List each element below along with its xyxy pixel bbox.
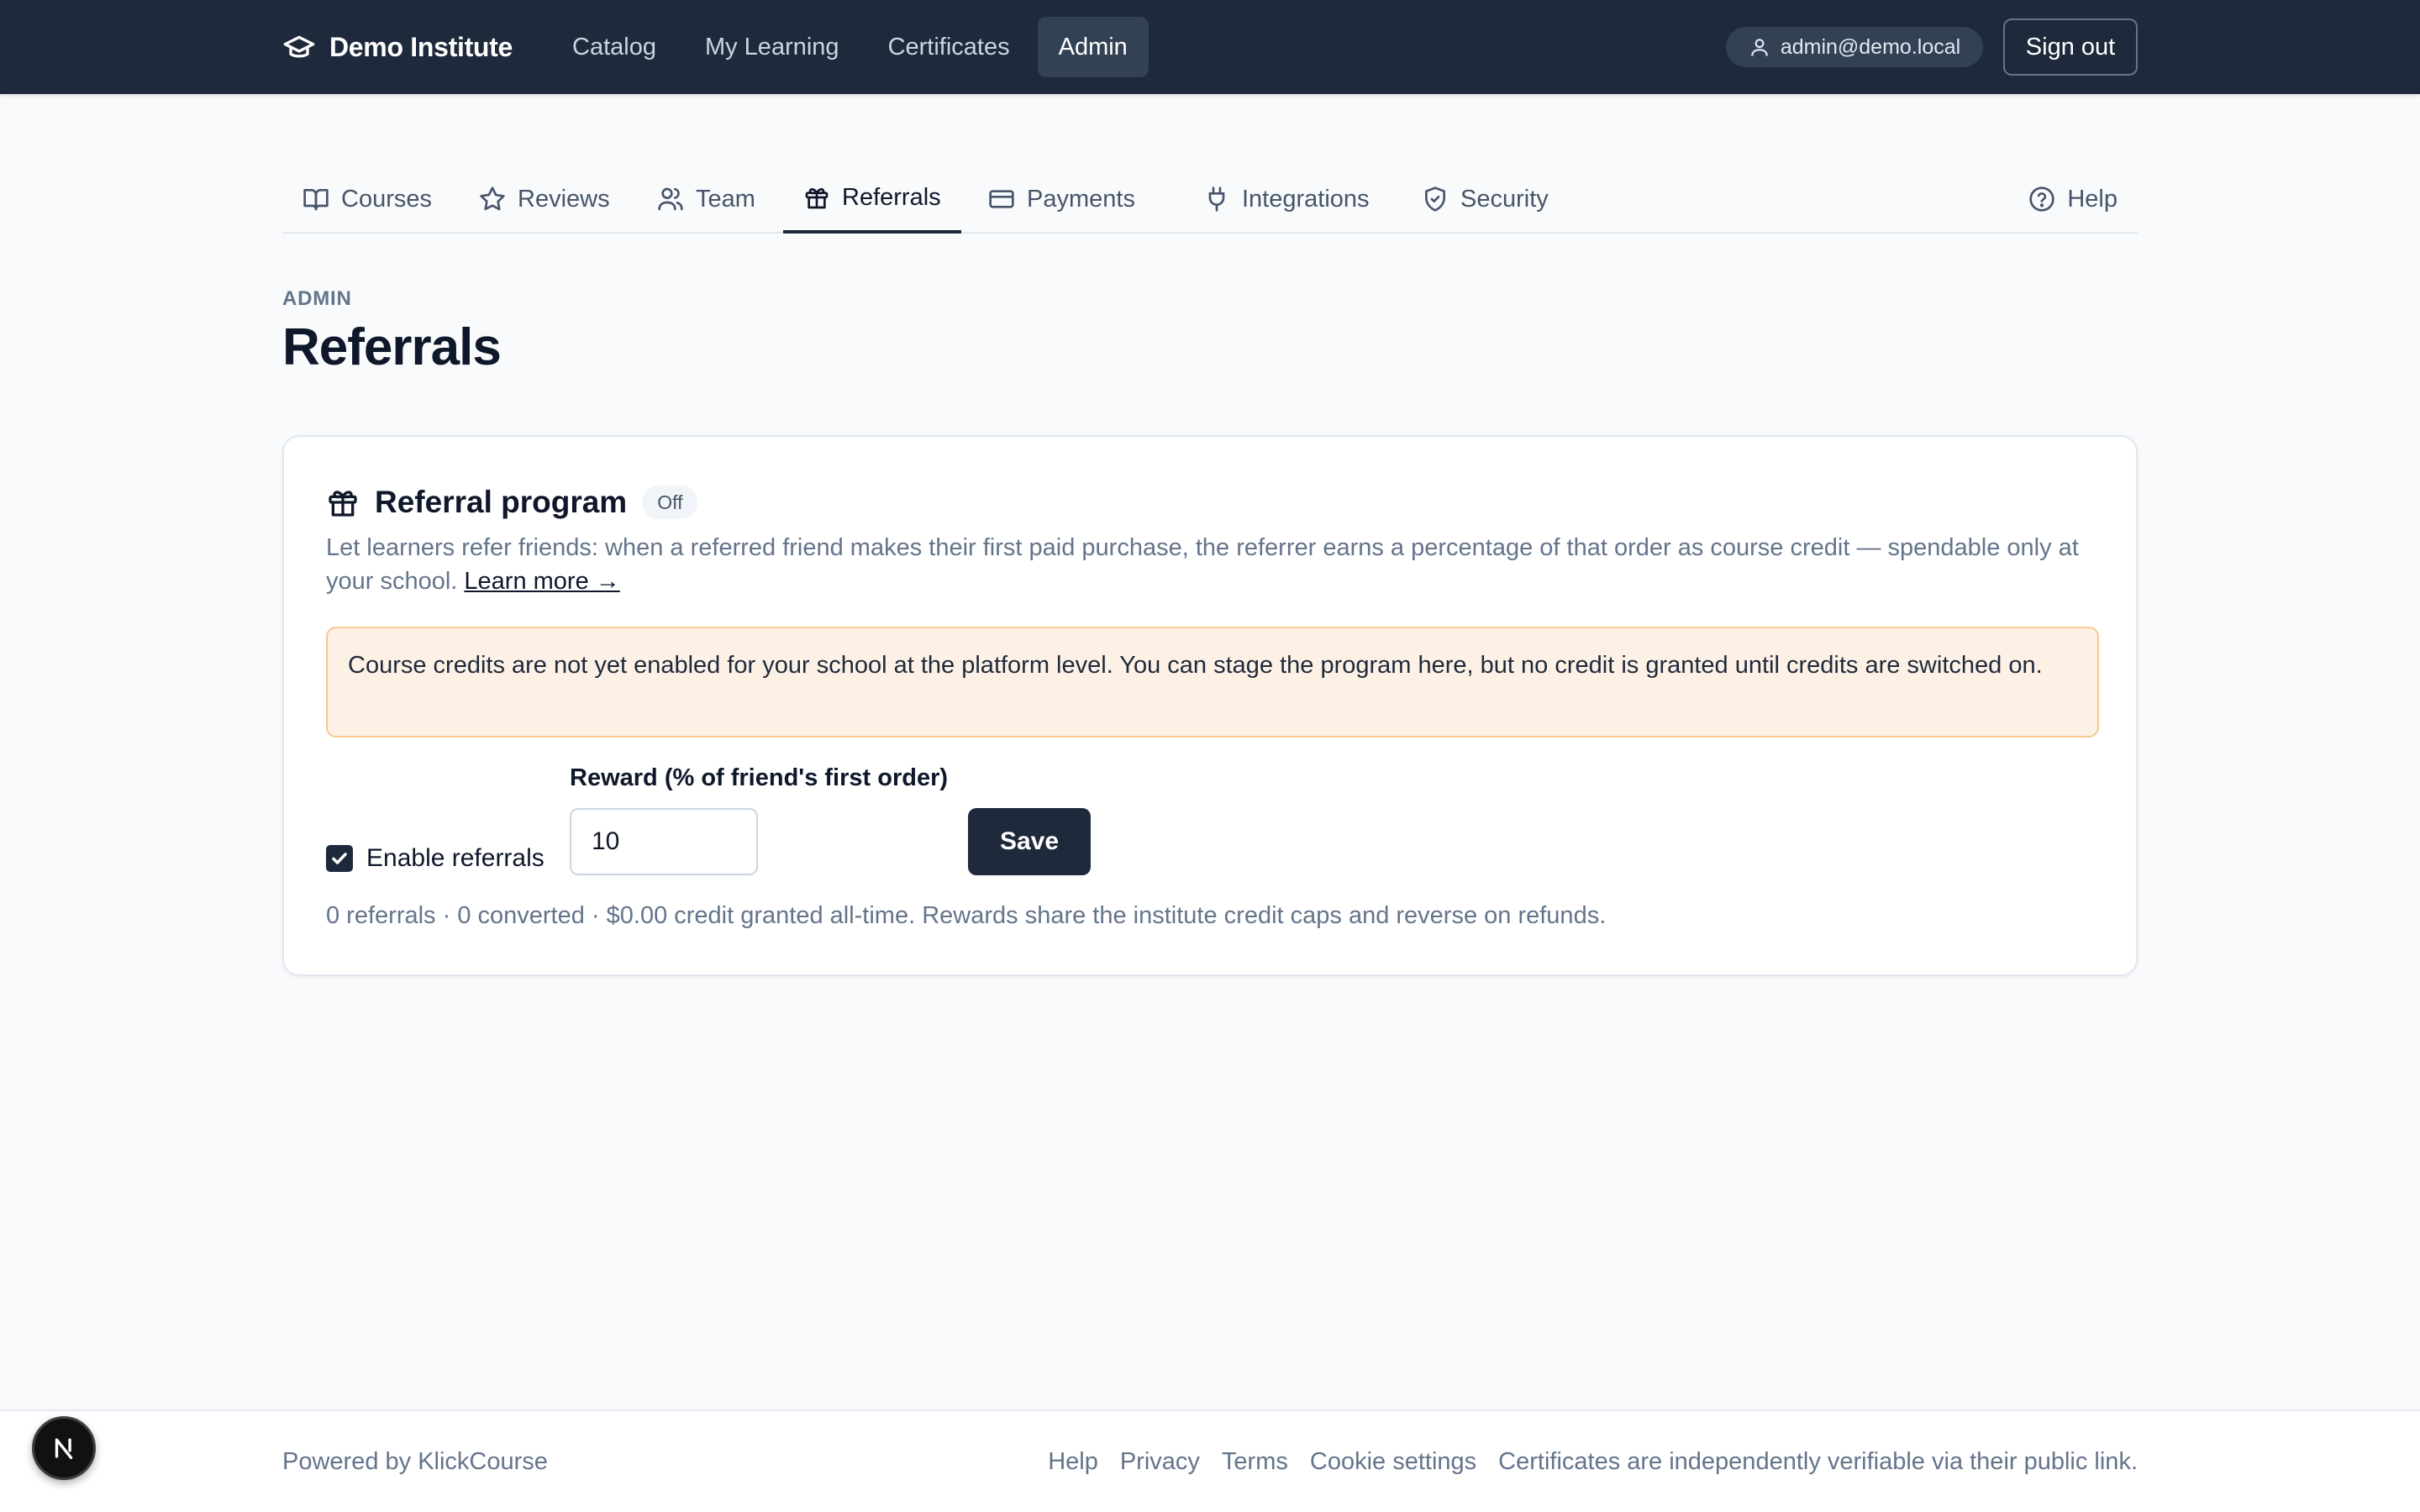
top-navbar: Demo Institute Catalog My Learning Certi… bbox=[0, 0, 2420, 94]
n-logo-icon bbox=[55, 1438, 73, 1460]
nav-catalog[interactable]: Catalog bbox=[551, 17, 677, 77]
tab-label: Reviews bbox=[518, 185, 610, 213]
user-account-chip[interactable]: admin@demo.local bbox=[1726, 27, 1983, 67]
learn-more-link[interactable]: Learn more → bbox=[464, 568, 619, 595]
referral-stats: 0 referrals · 0 converted · $0.00 credit… bbox=[326, 902, 1607, 929]
checkmark-icon bbox=[332, 853, 347, 864]
nextjs-dev-indicator[interactable] bbox=[32, 1416, 96, 1480]
tab-security[interactable]: Security bbox=[1402, 165, 1569, 234]
tab-integrations[interactable]: Integrations bbox=[1183, 165, 1390, 234]
tab-label: Team bbox=[696, 185, 755, 213]
powered-by: Powered by KlickCourse bbox=[282, 1447, 548, 1475]
footer-note: Certificates are independently verifiabl… bbox=[1498, 1447, 2138, 1475]
brand-name: Demo Institute bbox=[329, 31, 513, 62]
sign-out-button[interactable]: Sign out bbox=[2003, 18, 2138, 76]
tab-label: Referrals bbox=[842, 183, 941, 211]
footer-link-terms[interactable]: Terms bbox=[1222, 1448, 1288, 1476]
card-description: Let learners refer friends: when a refer… bbox=[326, 531, 2099, 598]
reward-percent-input[interactable] bbox=[570, 808, 758, 875]
enable-referrals-label: Enable referrals bbox=[366, 844, 544, 872]
reward-percent-label: Reward (% of friend's first order) bbox=[570, 764, 949, 791]
footer-link-help[interactable]: Help bbox=[1048, 1448, 1098, 1476]
help-circle-icon bbox=[2028, 186, 2055, 213]
shield-check-icon bbox=[1422, 186, 1449, 213]
users-icon bbox=[657, 186, 684, 213]
footer: Powered by KlickCourse Help Privacy Term… bbox=[0, 1410, 2420, 1512]
tab-courses[interactable]: Courses bbox=[282, 165, 452, 234]
card-title: Referral program bbox=[375, 485, 628, 519]
page-title: Referrals bbox=[282, 318, 502, 376]
nav-admin[interactable]: Admin bbox=[1037, 17, 1149, 77]
help-link[interactable]: Help bbox=[2008, 165, 2138, 234]
status-badge: Off bbox=[642, 486, 698, 519]
nav-certificates[interactable]: Certificates bbox=[867, 17, 1031, 77]
referral-program-card: Referral program Off Let learners refer … bbox=[282, 435, 2138, 976]
credit-card-icon bbox=[988, 186, 1015, 213]
footer-link-privacy[interactable]: Privacy bbox=[1120, 1448, 1200, 1476]
gift-icon bbox=[803, 184, 830, 211]
card-header: Referral program Off bbox=[326, 479, 698, 526]
referral-settings-form: Enable referrals Reward (% of friend's f… bbox=[326, 764, 2099, 890]
tab-payments[interactable]: Payments bbox=[968, 165, 1155, 234]
user-icon bbox=[1749, 36, 1770, 58]
footer-links: Help Privacy Terms Cookie settings Certi… bbox=[1048, 1411, 2138, 1512]
admin-tabs: Courses Reviews Team Referrals Payments … bbox=[282, 165, 2138, 234]
graduation-cap-icon bbox=[282, 30, 316, 64]
help-label: Help bbox=[2067, 185, 2118, 213]
page-eyebrow: ADMIN bbox=[282, 287, 352, 310]
tab-label: Security bbox=[1460, 185, 1549, 213]
plug-icon bbox=[1203, 186, 1230, 213]
nav-my-learning[interactable]: My Learning bbox=[684, 17, 860, 77]
star-icon bbox=[479, 186, 506, 213]
credits-warning-alert: Course credits are not yet enabled for y… bbox=[326, 627, 2099, 738]
footer-link-cookie-settings[interactable]: Cookie settings bbox=[1310, 1448, 1476, 1476]
tab-referrals[interactable]: Referrals bbox=[783, 165, 961, 234]
tab-team[interactable]: Team bbox=[637, 165, 776, 234]
tab-reviews[interactable]: Reviews bbox=[459, 165, 630, 234]
main-nav: Catalog My Learning Certificates Admin bbox=[551, 17, 1149, 77]
book-icon bbox=[302, 186, 329, 213]
user-email: admin@demo.local bbox=[1780, 34, 1961, 59]
tab-label: Courses bbox=[341, 185, 432, 213]
enable-referrals-checkbox[interactable] bbox=[326, 845, 353, 872]
tab-label: Integrations bbox=[1242, 185, 1370, 213]
save-button[interactable]: Save bbox=[968, 808, 1091, 875]
tab-label: Payments bbox=[1027, 185, 1135, 213]
enable-referrals-toggle[interactable]: Enable referrals bbox=[326, 838, 544, 879]
gift-icon bbox=[326, 486, 360, 519]
brand-logo[interactable]: Demo Institute bbox=[282, 0, 513, 94]
